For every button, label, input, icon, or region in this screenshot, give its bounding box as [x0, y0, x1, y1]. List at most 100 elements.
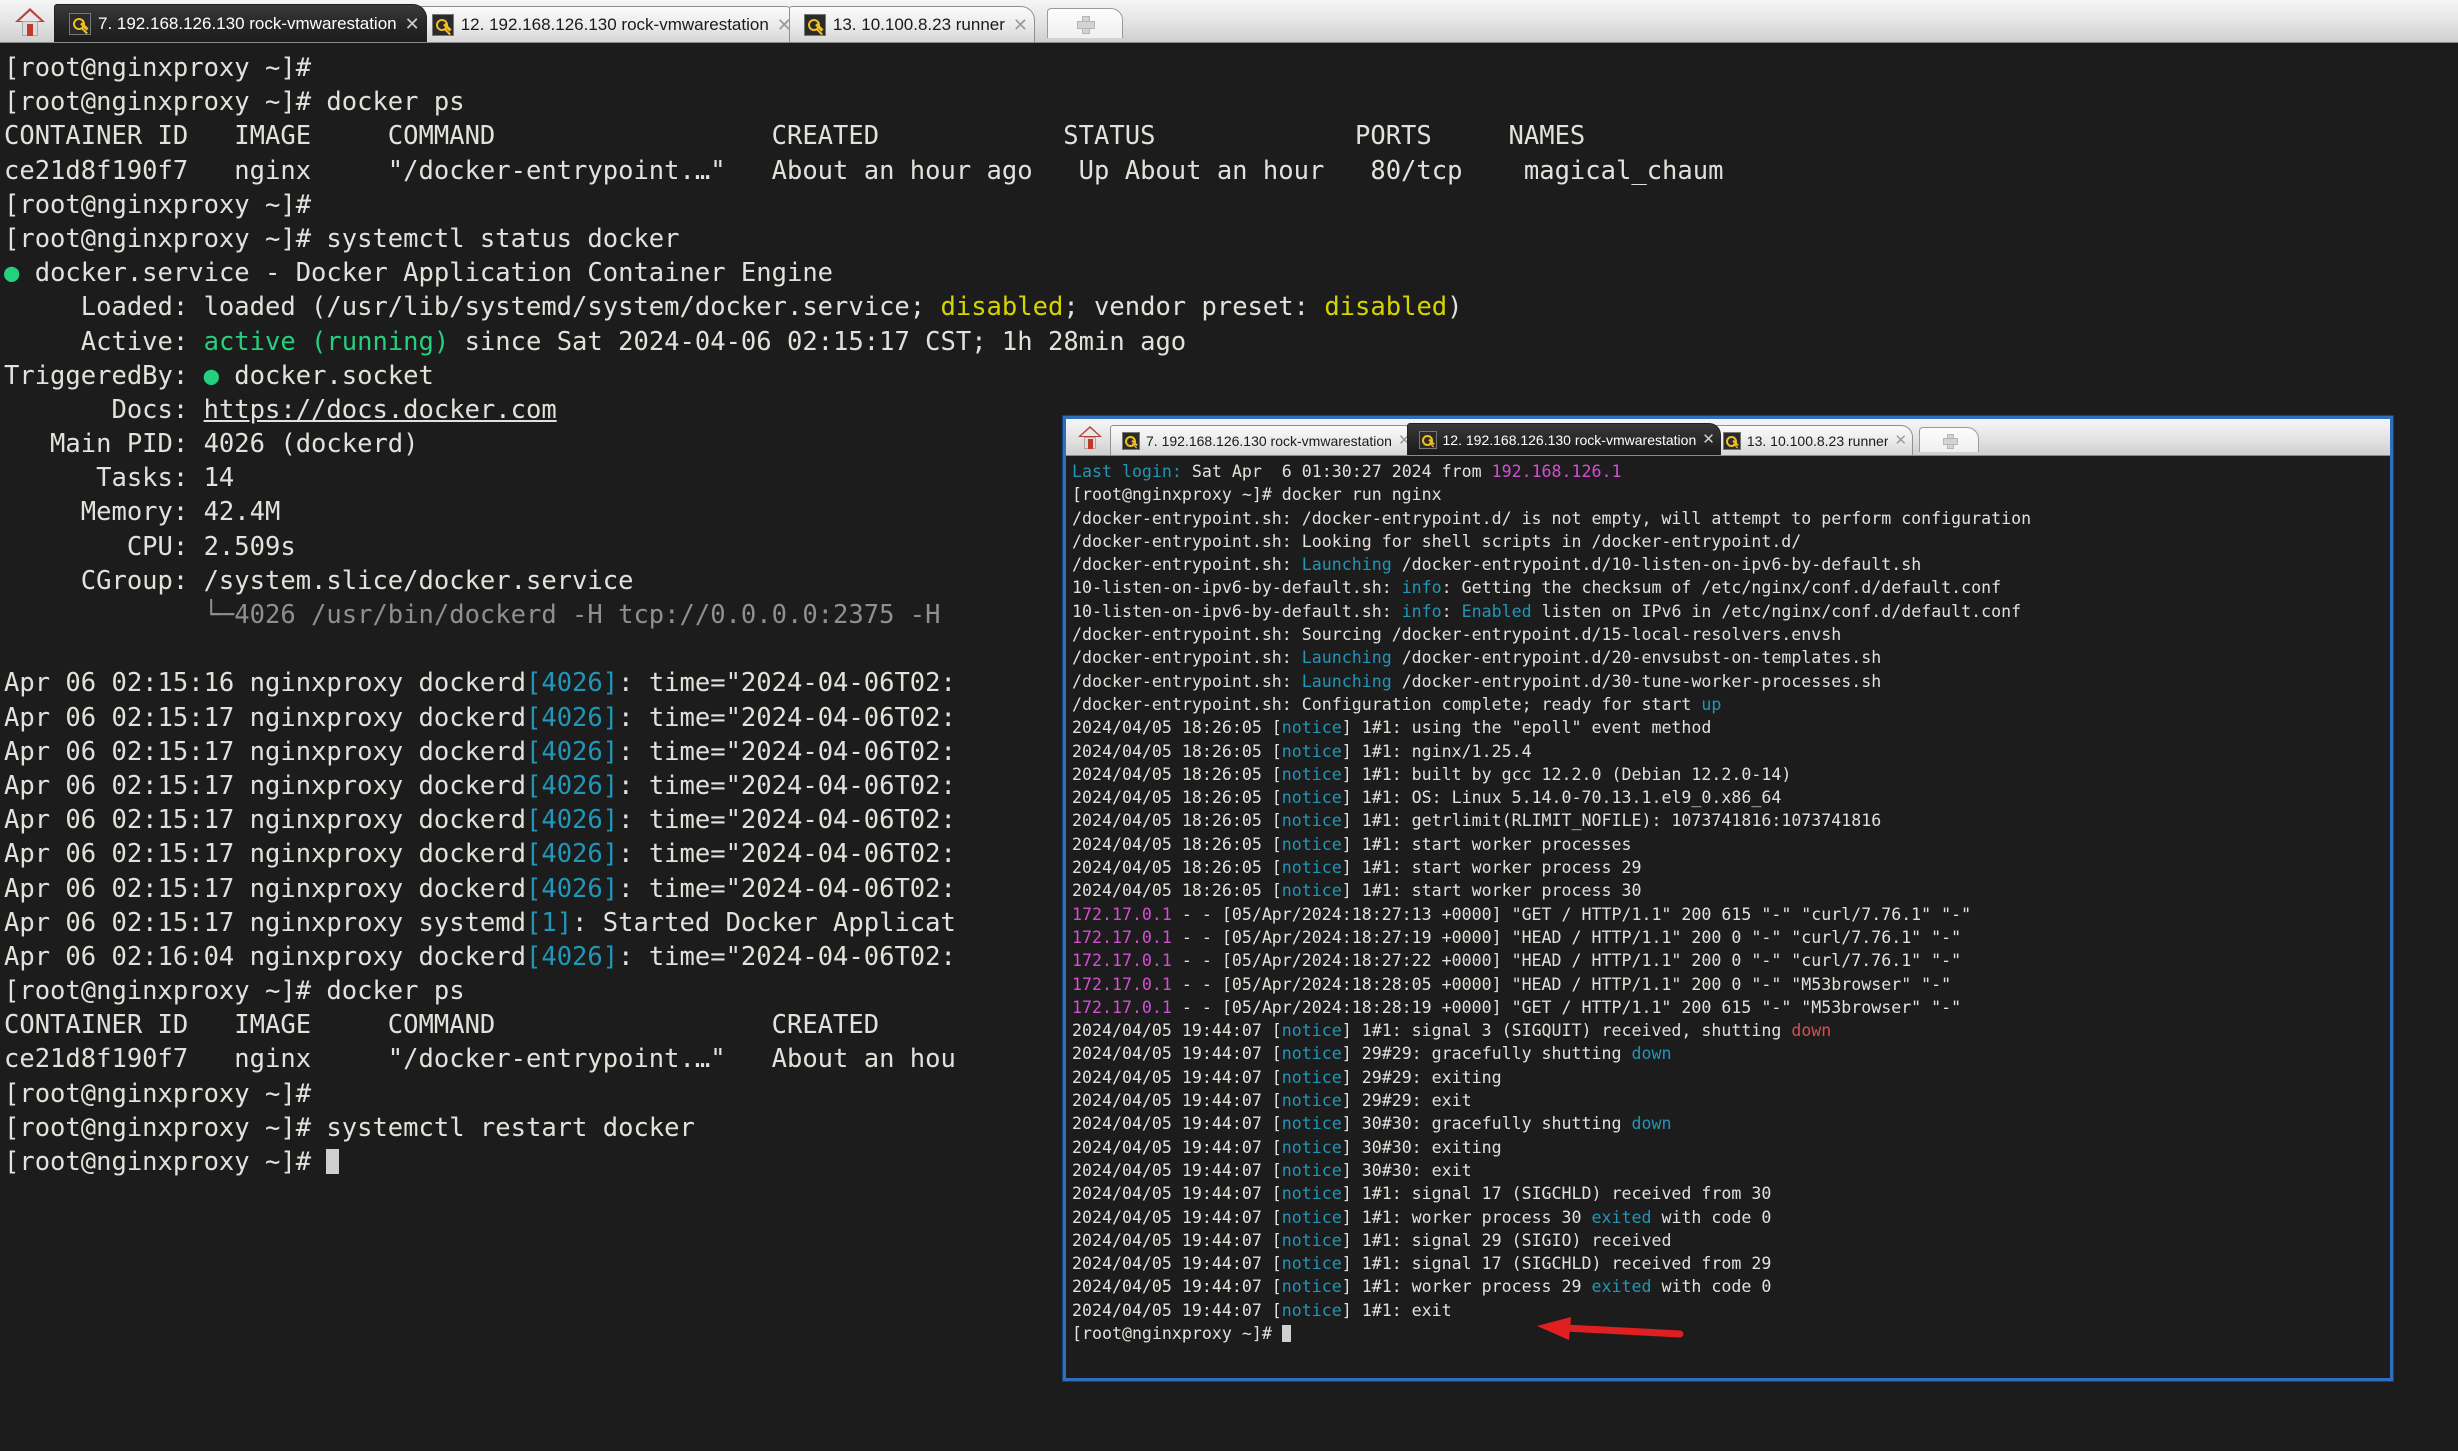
terminal-text: 2024/04/05 18:26:05 [: [1072, 835, 1282, 854]
inner-tab-bar: 7. 192.168.126.130 rock-vmwarestation✕12…: [1066, 419, 2390, 456]
terminal-text: notice: [1282, 742, 1342, 761]
plus-icon: [1077, 16, 1093, 32]
terminal-text: : time="2024-04-06T02:: [618, 874, 956, 904]
home-button[interactable]: [6, 1, 54, 42]
terminal-text: Launching: [1302, 672, 1392, 691]
close-icon[interactable]: ✕: [1013, 16, 1028, 34]
plus-icon: [1943, 434, 1956, 447]
terminal-text: CONTAINER ID IMAGE COMMAND CREATED: [4, 1010, 879, 1040]
terminal-text: 2024/04/05 19:44:07 [: [1072, 1231, 1282, 1250]
terminal-text: exited: [1592, 1277, 1652, 1296]
terminal-text: Launching: [1302, 648, 1392, 667]
inner-tab-1[interactable]: 7. 192.168.126.130 rock-vmwarestation✕: [1110, 425, 1417, 455]
terminal-text: 2024/04/05 18:26:05 [: [1072, 742, 1282, 761]
terminal-text: ] 29#29: exit: [1342, 1091, 1472, 1110]
terminal-line: 2024/04/05 19:44:07 [notice] 30#30: exit: [1072, 1159, 2390, 1182]
terminal-text: notice: [1282, 718, 1342, 737]
terminal-text: with code 0: [1651, 1208, 1771, 1227]
terminal-text: - - [05/Apr/2024:18:28:05 +0000] "HEAD /…: [1172, 975, 1951, 994]
terminal-line: 2024/04/05 19:44:07 [notice] 29#29: exit…: [1072, 1066, 2390, 1089]
terminal-text: [root@nginxproxy ~]#: [4, 1147, 326, 1177]
new-tab-button[interactable]: [1047, 8, 1123, 38]
terminal-text: - - [05/Apr/2024:18:28:19 +0000] "GET / …: [1172, 998, 1961, 1017]
terminal-text: - - [05/Apr/2024:18:27:22 +0000] "HEAD /…: [1172, 951, 1961, 970]
close-icon[interactable]: ✕: [1894, 433, 1907, 448]
terminal-text: : Started Docker Applicat: [572, 908, 956, 938]
terminal-text: exited: [1592, 1208, 1652, 1227]
terminal-text: 2024/04/05 19:44:07 [: [1072, 1138, 1282, 1157]
terminal-line: 2024/04/05 19:44:07 [notice] 29#29: grac…: [1072, 1042, 2390, 1065]
terminal-text: down: [1791, 1021, 1831, 1040]
terminal-text: Launching: [1302, 555, 1392, 574]
inner-tab-3[interactable]: 13. 10.100.8.23 runner ✕: [1711, 425, 1913, 455]
terminal-text: Apr 06 02:15:17 nginxproxy dockerd: [4, 703, 526, 733]
inner-tab-label: 13. 10.100.8.23 runner: [1747, 433, 1889, 449]
terminal-text: Apr 06 02:15:17 nginxproxy dockerd: [4, 874, 526, 904]
terminal-text: disabled: [1324, 292, 1447, 322]
terminal-text: notice: [1282, 1277, 1342, 1296]
terminal-text: 2024/04/05 19:44:07 [: [1072, 1277, 1282, 1296]
terminal-text: 10-listen-on-ipv6-by-default.sh:: [1072, 578, 1402, 597]
terminal-text: ] 1#1: start worker processes: [1342, 835, 1632, 854]
terminal-line: 2024/04/05 19:44:07 [notice] 30#30: exit…: [1072, 1136, 2390, 1159]
inner-terminal-window[interactable]: 7. 192.168.126.130 rock-vmwarestation✕12…: [1063, 416, 2393, 1381]
terminal-line: 2024/04/05 19:44:07 [notice] 1#1: worker…: [1072, 1206, 2390, 1229]
terminal-text: ] 1#1: built by gcc 12.2.0 (Debian 12.2.…: [1342, 765, 1792, 784]
terminal-text: ; vendor preset:: [1063, 292, 1324, 322]
terminal-text: [1]: [526, 908, 572, 938]
terminal-text: : time="2024-04-06T02:: [618, 771, 956, 801]
outer-tab-1[interactable]: 7. 192.168.126.130 rock-vmwarestation ✕: [54, 4, 427, 42]
terminal-text: : time="2024-04-06T02:: [618, 737, 956, 767]
terminal-text: 2024/04/05 18:26:05 [: [1072, 765, 1282, 784]
close-icon[interactable]: ✕: [1702, 432, 1715, 447]
terminal-text: notice: [1282, 858, 1342, 877]
terminal-text: CGroup: /system.slice/docker.service: [4, 566, 633, 596]
terminal-text: ] 1#1: worker process 30: [1342, 1208, 1592, 1227]
terminal-text: [root@nginxproxy ~]# docker run nginx: [1072, 485, 1442, 504]
inner-new-tab-button[interactable]: [1919, 427, 1979, 452]
outer-tab-3[interactable]: 13. 10.100.8.23 runner✕: [789, 6, 1035, 42]
terminal-text: info: [1402, 578, 1442, 597]
inner-home-button[interactable]: [1070, 420, 1110, 455]
terminal-line: /docker-entrypoint.sh: Looking for shell…: [1072, 530, 2390, 553]
terminal-line: 2024/04/05 18:26:05 [notice] 1#1: start …: [1072, 833, 2390, 856]
terminal-line: /docker-entrypoint.sh: Configuration com…: [1072, 693, 2390, 716]
terminal-text: up: [1701, 695, 1721, 714]
terminal-line: 2024/04/05 19:44:07 [notice] 1#1: signal…: [1072, 1182, 2390, 1205]
terminal-cursor: [326, 1149, 339, 1174]
terminal-text: 2024/04/05 19:44:07 [: [1072, 1301, 1282, 1320]
terminal-text: notice: [1282, 1021, 1342, 1040]
terminal-line: 172.17.0.1 - - [05/Apr/2024:18:27:19 +00…: [1072, 926, 2390, 949]
terminal-text: notice: [1282, 1138, 1342, 1157]
outer-tab-label: 7. 192.168.126.130 rock-vmwarestation: [98, 14, 397, 34]
terminal-text: Loaded: loaded (/usr/lib/systemd/system/…: [4, 292, 941, 322]
terminal-text: : time="2024-04-06T02:: [618, 703, 956, 733]
terminal-text: [4026]: [526, 771, 618, 801]
terminal-text: ] 1#1: getrlimit(RLIMIT_NOFILE): 1073741…: [1342, 811, 1881, 830]
terminal-text: [4026]: [526, 805, 618, 835]
terminal-text: ] 1#1: exit: [1342, 1301, 1452, 1320]
key-icon: [1419, 431, 1437, 449]
terminal-line: 2024/04/05 18:26:05 [notice] 1#1: OS: Li…: [1072, 786, 2390, 809]
terminal-text: [root@nginxproxy ~]#: [4, 1079, 326, 1109]
outer-tab-2[interactable]: 12. 192.168.126.130 rock-vmwarestation✕: [417, 6, 799, 42]
terminal-text: 172.17.0.1: [1072, 928, 1172, 947]
inner-tab-label: 7. 192.168.126.130 rock-vmwarestation: [1146, 433, 1392, 449]
terminal-text: ] 1#1: OS: Linux 5.14.0-70.13.1.el9_0.x8…: [1342, 788, 1782, 807]
terminal-text: docker.service - Docker Application Cont…: [35, 258, 833, 288]
close-icon[interactable]: ✕: [405, 15, 420, 33]
terminal-text: ] 1#1: signal 17 (SIGCHLD) received from…: [1342, 1254, 1772, 1273]
terminal-text: ] 29#29: gracefully shutting: [1342, 1044, 1632, 1063]
terminal-text: [root@nginxproxy ~]# systemctl restart d…: [4, 1113, 695, 1143]
terminal-text: [4026]: [526, 668, 618, 698]
terminal-line: 2024/04/05 18:26:05 [notice] 1#1: built …: [1072, 763, 2390, 786]
inner-tab-2[interactable]: 12. 192.168.126.130 rock-vmwarestation✕: [1407, 423, 1721, 455]
terminal-line: 172.17.0.1 - - [05/Apr/2024:18:28:05 +00…: [1072, 973, 2390, 996]
terminal-text: ] 1#1: signal 17 (SIGCHLD) received from…: [1342, 1184, 1772, 1203]
terminal-text: notice: [1282, 1208, 1342, 1227]
terminal-text: 2024/04/05 19:44:07 [: [1072, 1021, 1282, 1040]
inner-terminal-output[interactable]: Last login: Sat Apr 6 01:30:27 2024 from…: [1066, 456, 2390, 1378]
home-icon: [1078, 426, 1102, 449]
terminal-text: 2024/04/05 19:44:07 [: [1072, 1091, 1282, 1110]
terminal-line: ● docker.service - Docker Application Co…: [4, 256, 2458, 290]
